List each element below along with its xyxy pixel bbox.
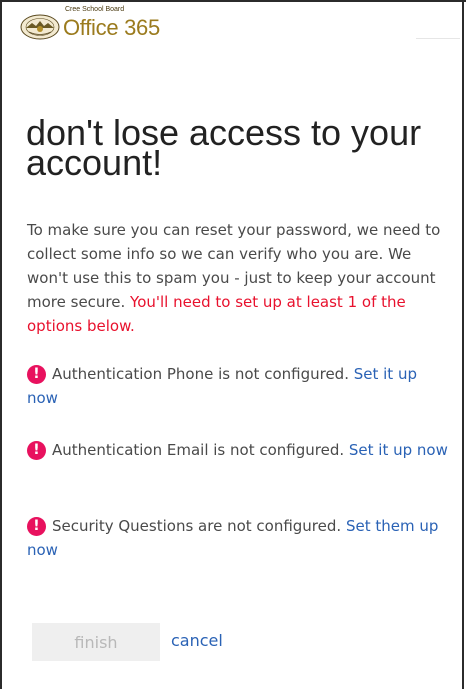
intro-paragraph: To make sure you can reset your password… <box>27 218 451 338</box>
option-authentication-email: ! Authentication Email is not configured.… <box>27 438 451 462</box>
header-divider <box>416 38 460 39</box>
option-security-questions: ! Security Questions are not configured. … <box>27 514 451 562</box>
option-status-text: Authentication Phone is not configured. <box>52 365 354 383</box>
org-name: Cree School Board <box>65 6 125 13</box>
finish-button[interactable]: finish <box>32 623 160 661</box>
option-status-text: Authentication Email is not configured. <box>52 441 349 459</box>
alert-icon: ! <box>27 365 46 384</box>
school-board-seal-icon <box>20 14 60 40</box>
page-title: don't lose access to your account! <box>26 112 422 183</box>
cancel-link[interactable]: cancel <box>171 631 223 650</box>
option-status-text: Security Questions are not configured. <box>52 517 346 535</box>
option-authentication-phone: ! Authentication Phone is not configured.… <box>27 362 451 410</box>
alert-icon: ! <box>27 441 46 460</box>
alert-icon: ! <box>27 517 46 536</box>
header-bar: Cree School Board Office 365 <box>0 0 466 44</box>
office365-logo: Cree School Board Office 365 <box>20 6 160 40</box>
product-name: Office 365 <box>63 15 160 40</box>
page-frame <box>0 0 464 689</box>
set-up-email-link[interactable]: Set it up now <box>349 441 448 459</box>
